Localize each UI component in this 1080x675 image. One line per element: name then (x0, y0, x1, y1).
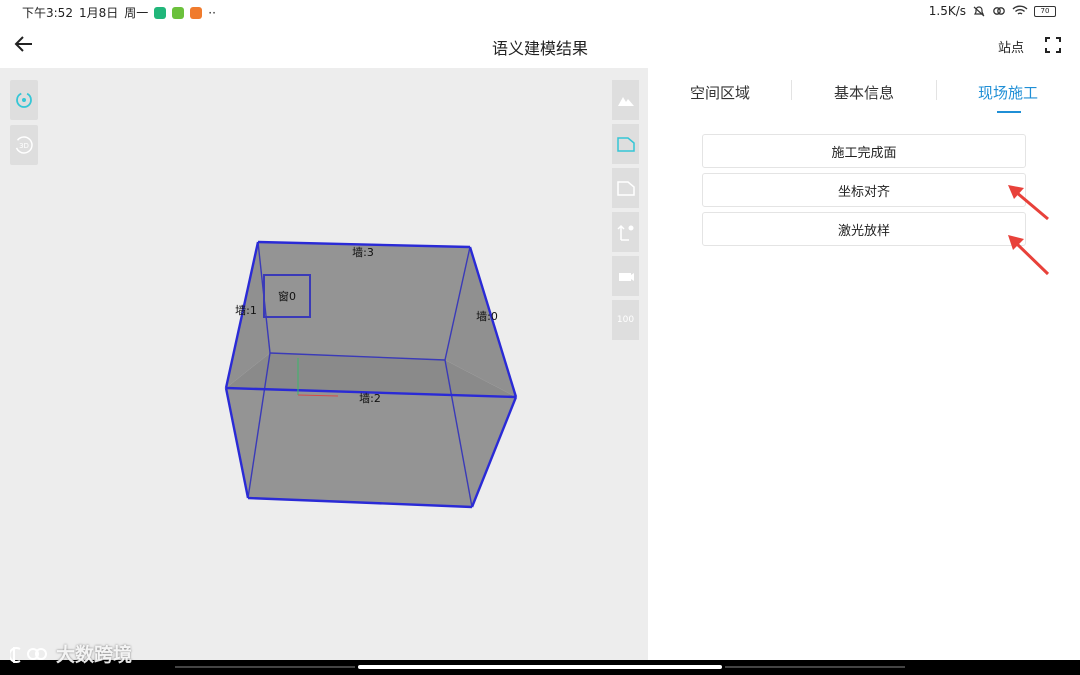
laser-layout-button[interactable]: 激光放样 (702, 212, 1026, 246)
bell-off-icon (973, 6, 985, 17)
label-wall-1: 墙:1 (235, 303, 257, 317)
status-time: 下午3:52 (22, 6, 73, 20)
label-wall-3: 墙:3 (352, 245, 374, 259)
app-screen: 下午3:52 1月8日 周一 ·· 1.5K/s 70 语义建模结果 站点 3D… (0, 0, 1080, 675)
fullscreen-icon[interactable] (1044, 36, 1062, 54)
notification-app-icon (190, 6, 203, 19)
tab-basic-info[interactable]: 基本信息 (834, 82, 894, 103)
app-bar: 语义建模结果 站点 (0, 24, 1080, 68)
status-bar: 下午3:52 1月8日 周一 ·· 1.5K/s 70 (0, 0, 1080, 24)
gesture-bar (0, 660, 1080, 675)
link-icon (993, 7, 1005, 15)
coordinate-align-button[interactable]: 坐标对齐 (702, 173, 1026, 207)
status-left: 下午3:52 1月8日 周一 ·· (22, 4, 216, 21)
status-date: 1月8日 (78, 6, 119, 20)
finish-surface-button[interactable]: 施工完成面 (702, 134, 1026, 168)
gesture-bar-left (175, 666, 355, 668)
room-model: 墙:3 墙:1 墙:0 墙:2 窗0 (224, 240, 518, 509)
watermark-logo-icon (10, 646, 48, 663)
watermark: 大数跨境 (10, 640, 132, 667)
tab-divider (936, 80, 937, 100)
station-button[interactable]: 站点 (998, 37, 1024, 56)
wifi-icon (1012, 5, 1028, 15)
panel-tabs: 空间区域 基本信息 现场施工 (648, 68, 1080, 116)
model-viewport[interactable]: 3D 100 墙:3 墙:1 墙:0 墙:2 窗0 (0, 68, 648, 660)
status-right: 1.5K/s 70 (929, 4, 1056, 18)
notification-app-icon (172, 6, 185, 19)
page-title: 语义建模结果 (491, 39, 588, 58)
status-weekday: 周一 (124, 6, 149, 20)
info-panel: 空间区域 基本信息 现场施工 施工完成面 坐标对齐 激光放样 (648, 68, 1080, 660)
label-wall-0: 墙:0 (476, 309, 498, 323)
annotation-arrow-icon (1008, 185, 1049, 221)
tab-site-construction[interactable]: 现场施工 (978, 82, 1038, 103)
tab-space-area[interactable]: 空间区域 (690, 82, 750, 103)
battery-icon: 70 (1034, 5, 1056, 17)
notification-app-icon (154, 6, 167, 19)
home-indicator[interactable] (358, 665, 722, 669)
gesture-bar-right (725, 666, 905, 668)
label-wall-2: 墙:2 (359, 391, 381, 405)
annotation-arrow-icon (1008, 235, 1050, 276)
status-more: ·· (208, 5, 216, 20)
net-speed: 1.5K/s (928, 4, 966, 18)
label-window-0: 窗0 (278, 289, 296, 303)
active-tab-indicator (997, 111, 1021, 113)
tab-divider (791, 80, 792, 100)
front-face (226, 388, 516, 507)
watermark-text: 大数跨境 (56, 644, 133, 666)
